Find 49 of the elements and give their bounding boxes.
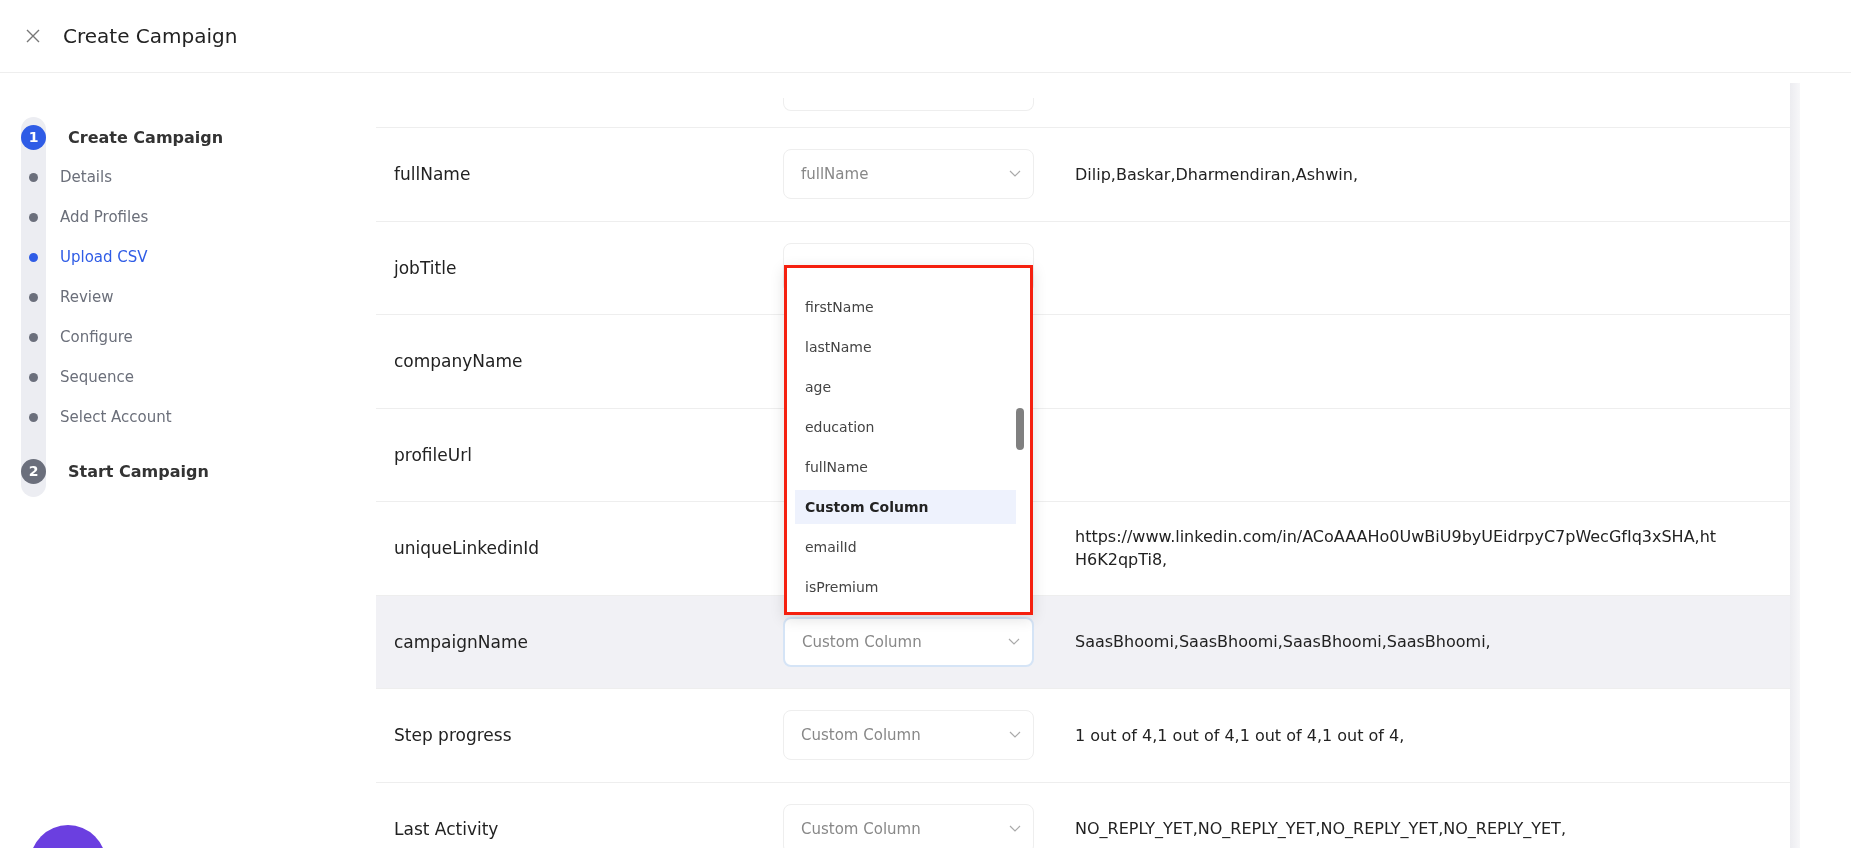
scrollbar-thumb[interactable] [1016, 407, 1024, 450]
chevron-icon [1009, 731, 1021, 740]
close-icon[interactable] [25, 28, 41, 44]
chevron-icon [1008, 637, 1020, 646]
step-dot [29, 292, 38, 302]
dropdown-option[interactable]: firstName [795, 289, 1016, 324]
column-select[interactable]: Custom Column [783, 616, 1034, 667]
field-name: profileUrl [393, 444, 473, 465]
field-name: Last Activity [393, 818, 500, 839]
field-name: campaignName [393, 631, 529, 652]
substep-item[interactable]: Details [60, 168, 112, 186]
step-title[interactable]: Start Campaign [68, 461, 209, 481]
sample-values: https://www.linkedin.com/in/ACoAAAHo0UwBiU9byUEidrpyC7pWecGfIq3xSHA,ht [1075, 527, 1717, 547]
column-select[interactable]: fullName [783, 149, 1034, 200]
field-name: Step progress [393, 725, 513, 746]
sample-values: 1 out of 4,1 out of 4,1 out of 4,1 out of 4, [1075, 725, 1405, 745]
field-name: fullName [393, 164, 472, 185]
dropdown-option[interactable]: fullName [795, 449, 1016, 484]
dropdown-option[interactable]: lastName [795, 329, 1016, 364]
chevron-icon [1009, 824, 1021, 833]
sample-values: Dilip,Baskar,Dharmendiran,Ashwin, [1075, 164, 1358, 184]
sample-values: NO_REPLY_YET,NO_REPLY_YET,NO_REPLY_YET,NO_REPLY_YET, [1075, 819, 1566, 839]
field-name: uniqueLinkedinId [393, 538, 541, 559]
step-dot [29, 372, 38, 382]
substep-item[interactable]: Add Profiles [60, 208, 149, 226]
dropdown-option[interactable]: emailId [795, 529, 1016, 564]
field-name: jobTitle [392, 257, 458, 278]
substep-item[interactable]: Configure [60, 328, 133, 346]
column-select[interactable]: Custom Column [783, 710, 1034, 761]
sample-values: SaasBhoomi,SaasBhoomi,SaasBhoomi,SaasBhoomi, [1075, 632, 1491, 652]
step-dot [29, 252, 38, 262]
sample-values: H6K2qpTi8, [1075, 550, 1169, 570]
substep-item[interactable]: Upload CSV [60, 248, 148, 266]
field-name: companyName [393, 351, 524, 372]
column-select[interactable]: Custom Column [783, 803, 1034, 848]
dropdown-option[interactable]: Custom Column [795, 489, 1016, 524]
page-title: Create Campaign [63, 24, 238, 48]
step-dot [29, 332, 38, 342]
step-title[interactable]: Create Campaign [68, 127, 224, 147]
substep-item[interactable]: Select Account [60, 408, 172, 426]
substep-item[interactable]: Sequence [60, 368, 134, 386]
step-dot [29, 412, 38, 422]
dropdown-option[interactable]: isPremium [795, 569, 1016, 604]
chevron-icon [1009, 170, 1021, 179]
substep-item[interactable]: Review [60, 288, 114, 306]
step-dot [29, 212, 38, 222]
step-dot [29, 172, 38, 182]
dropdown-option[interactable]: age [795, 369, 1016, 404]
dropdown-option[interactable]: education [795, 409, 1016, 444]
